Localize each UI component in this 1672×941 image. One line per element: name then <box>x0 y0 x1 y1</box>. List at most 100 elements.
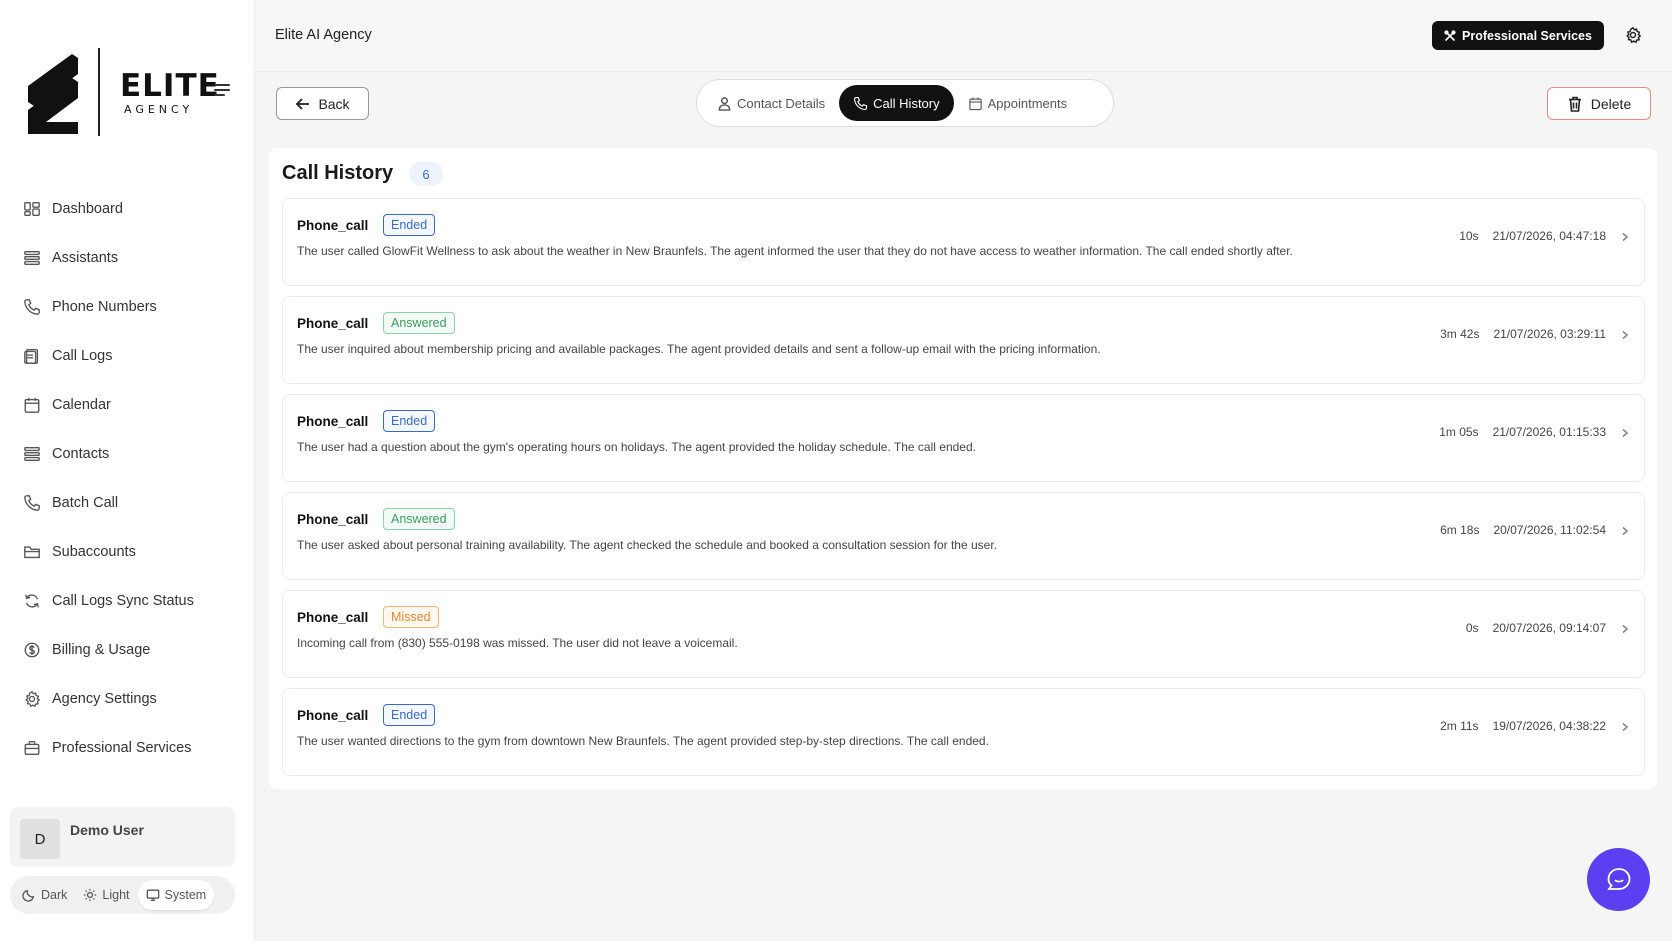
brand-subtitle: AGENCY <box>124 102 194 116</box>
call-meta: 10s 21/07/2026, 04:47:18 <box>1459 229 1630 243</box>
sidebar-item-label: Assistants <box>52 249 119 266</box>
call-row[interactable]: Phone_call Ended The user wanted directi… <box>282 688 1645 776</box>
call-timestamp: 20/07/2026, 11:02:54 <box>1493 523 1606 537</box>
call-type: Phone_call <box>297 218 369 233</box>
call-row[interactable]: Phone_call Ended The user had a question… <box>282 394 1645 482</box>
chevron-right-icon <box>1620 623 1630 634</box>
theme-option-label: Light <box>102 888 130 902</box>
status-badge: Answered <box>383 312 455 334</box>
professional-services-button[interactable]: Professional Services <box>1432 21 1604 50</box>
phone-icon <box>22 297 42 317</box>
phone-icon <box>22 493 42 513</box>
chat-bubble-icon <box>1606 867 1630 890</box>
tab-call-history[interactable]: Call History <box>839 85 954 121</box>
chat-assistant-button[interactable] <box>1587 848 1650 911</box>
call-row[interactable]: Phone_call Missed Incoming call from (83… <box>282 590 1645 678</box>
monitor-icon <box>146 889 159 901</box>
call-timestamp: 19/07/2026, 04:38:22 <box>1492 719 1606 733</box>
sidebar-item-call-logs-sync-status[interactable]: Call Logs Sync Status <box>0 576 255 625</box>
delete-label: Delete <box>1590 95 1632 112</box>
theme-switch: Dark Light System <box>10 876 235 914</box>
theme-option-label: System <box>164 888 207 902</box>
chevron-right-icon <box>1620 427 1630 438</box>
call-type: Phone_call <box>297 414 369 429</box>
sidebar-item-agency-settings[interactable]: Agency Settings <box>0 674 255 723</box>
menu-toggle-icon[interactable] <box>214 84 230 96</box>
user-name: Demo User <box>70 822 144 838</box>
sidebar-item-dashboard[interactable]: Dashboard <box>0 184 255 233</box>
call-history-card: Call History 6 Phone_call Ended The user… <box>269 148 1657 789</box>
detail-tabs: Contact Details Call History Appointment… <box>696 79 1114 127</box>
sidebar-item-label: Call Logs Sync Status <box>52 592 194 609</box>
call-duration: 0s <box>1465 621 1479 635</box>
sidebar: ELITE AGENCY Dashboard Assistants Phone … <box>0 0 255 941</box>
call-type: Phone_call <box>297 316 369 331</box>
call-summary: The user had a question about the gym's … <box>297 440 976 454</box>
tab-label: Appointments <box>987 95 1068 111</box>
call-list: Phone_call Ended The user called GlowFit… <box>282 198 1645 786</box>
sidebar-item-calendar[interactable]: Calendar <box>0 380 255 429</box>
call-timestamp: 20/07/2026, 09:14:07 <box>1492 621 1606 635</box>
sidebar-item-batch-call[interactable]: Batch Call <box>0 478 255 527</box>
page-title: Elite AI Agency <box>275 27 372 43</box>
call-row[interactable]: Phone_call Answered The user asked about… <box>282 492 1645 580</box>
sidebar-item-label: Professional Services <box>52 739 192 756</box>
sidebar-item-billing-usage[interactable]: Billing & Usage <box>0 625 255 674</box>
call-logs-icon <box>22 346 42 366</box>
trash-icon <box>1568 96 1581 112</box>
sidebar-item-label: Phone Numbers <box>52 298 157 315</box>
sidebar-item-label: Batch Call <box>52 494 119 511</box>
status-badge: Missed <box>383 606 439 628</box>
theme-option-dark[interactable]: Dark <box>14 880 75 910</box>
call-timestamp: 21/07/2026, 03:29:11 <box>1493 327 1606 341</box>
call-duration: 1m 05s <box>1439 425 1479 439</box>
section-title: Call History <box>282 162 394 184</box>
sidebar-item-subaccounts[interactable]: Subaccounts <box>0 527 255 576</box>
call-duration: 6m 18s <box>1440 523 1480 537</box>
call-meta: 6m 18s 20/07/2026, 11:02:54 <box>1440 523 1630 537</box>
status-badge: Ended <box>383 214 436 236</box>
user-card[interactable]: D Demo User <box>10 807 235 867</box>
back-button[interactable]: Back <box>276 87 369 120</box>
chevron-right-icon <box>1620 525 1630 536</box>
call-row[interactable]: Phone_call Answered The user inquired ab… <box>282 296 1645 384</box>
sidebar-item-contacts[interactable]: Contacts <box>0 429 255 478</box>
calendar-icon <box>22 395 42 415</box>
call-meta: 3m 42s 21/07/2026, 03:29:11 <box>1440 327 1630 341</box>
contacts-icon <box>22 444 42 464</box>
call-summary: Incoming call from (830) 555-0198 was mi… <box>297 636 738 650</box>
theme-option-light[interactable]: Light <box>75 880 137 910</box>
settings-gear-icon[interactable] <box>1624 26 1642 44</box>
brand-logo[interactable]: ELITE AGENCY <box>24 44 234 140</box>
sun-icon <box>84 888 97 902</box>
arrow-left-icon <box>296 97 310 110</box>
sidebar-item-professional-services[interactable]: Professional Services <box>0 723 255 772</box>
tools-icon <box>1444 29 1456 41</box>
gear-icon <box>22 689 42 709</box>
delete-button[interactable]: Delete <box>1547 87 1651 120</box>
call-meta: 0s 20/07/2026, 09:14:07 <box>1466 621 1630 635</box>
sidebar-item-call-logs[interactable]: Call Logs <box>0 331 255 380</box>
count-badge: 6 <box>409 162 443 186</box>
professional-services-label: Professional Services <box>1462 28 1592 43</box>
call-duration: 10s <box>1459 229 1479 243</box>
call-row[interactable]: Phone_call Ended The user called GlowFit… <box>282 198 1645 286</box>
folder-icon <box>22 542 42 562</box>
sidebar-item-assistants[interactable]: Assistants <box>0 233 255 282</box>
status-badge: Ended <box>383 410 436 432</box>
call-type: Phone_call <box>297 512 369 527</box>
tab-label: Call History <box>873 95 940 111</box>
tab-contact-details[interactable]: Contact Details <box>703 85 839 121</box>
theme-option-system[interactable]: System <box>137 880 215 910</box>
call-summary: The user called GlowFit Wellness to ask … <box>297 244 1293 258</box>
call-type: Phone_call <box>297 708 369 723</box>
call-timestamp: 21/07/2026, 01:15:33 <box>1492 425 1606 439</box>
sync-icon <box>22 591 42 611</box>
elite-logo-icon <box>28 54 78 134</box>
phone-icon <box>854 96 868 110</box>
logo-divider <box>98 48 100 136</box>
sidebar-item-phone-numbers[interactable]: Phone Numbers <box>0 282 255 331</box>
tab-appointments[interactable]: Appointments <box>954 85 1082 121</box>
call-duration: 3m 42s <box>1440 327 1480 341</box>
logo-text: ELITE AGENCY <box>120 69 220 116</box>
